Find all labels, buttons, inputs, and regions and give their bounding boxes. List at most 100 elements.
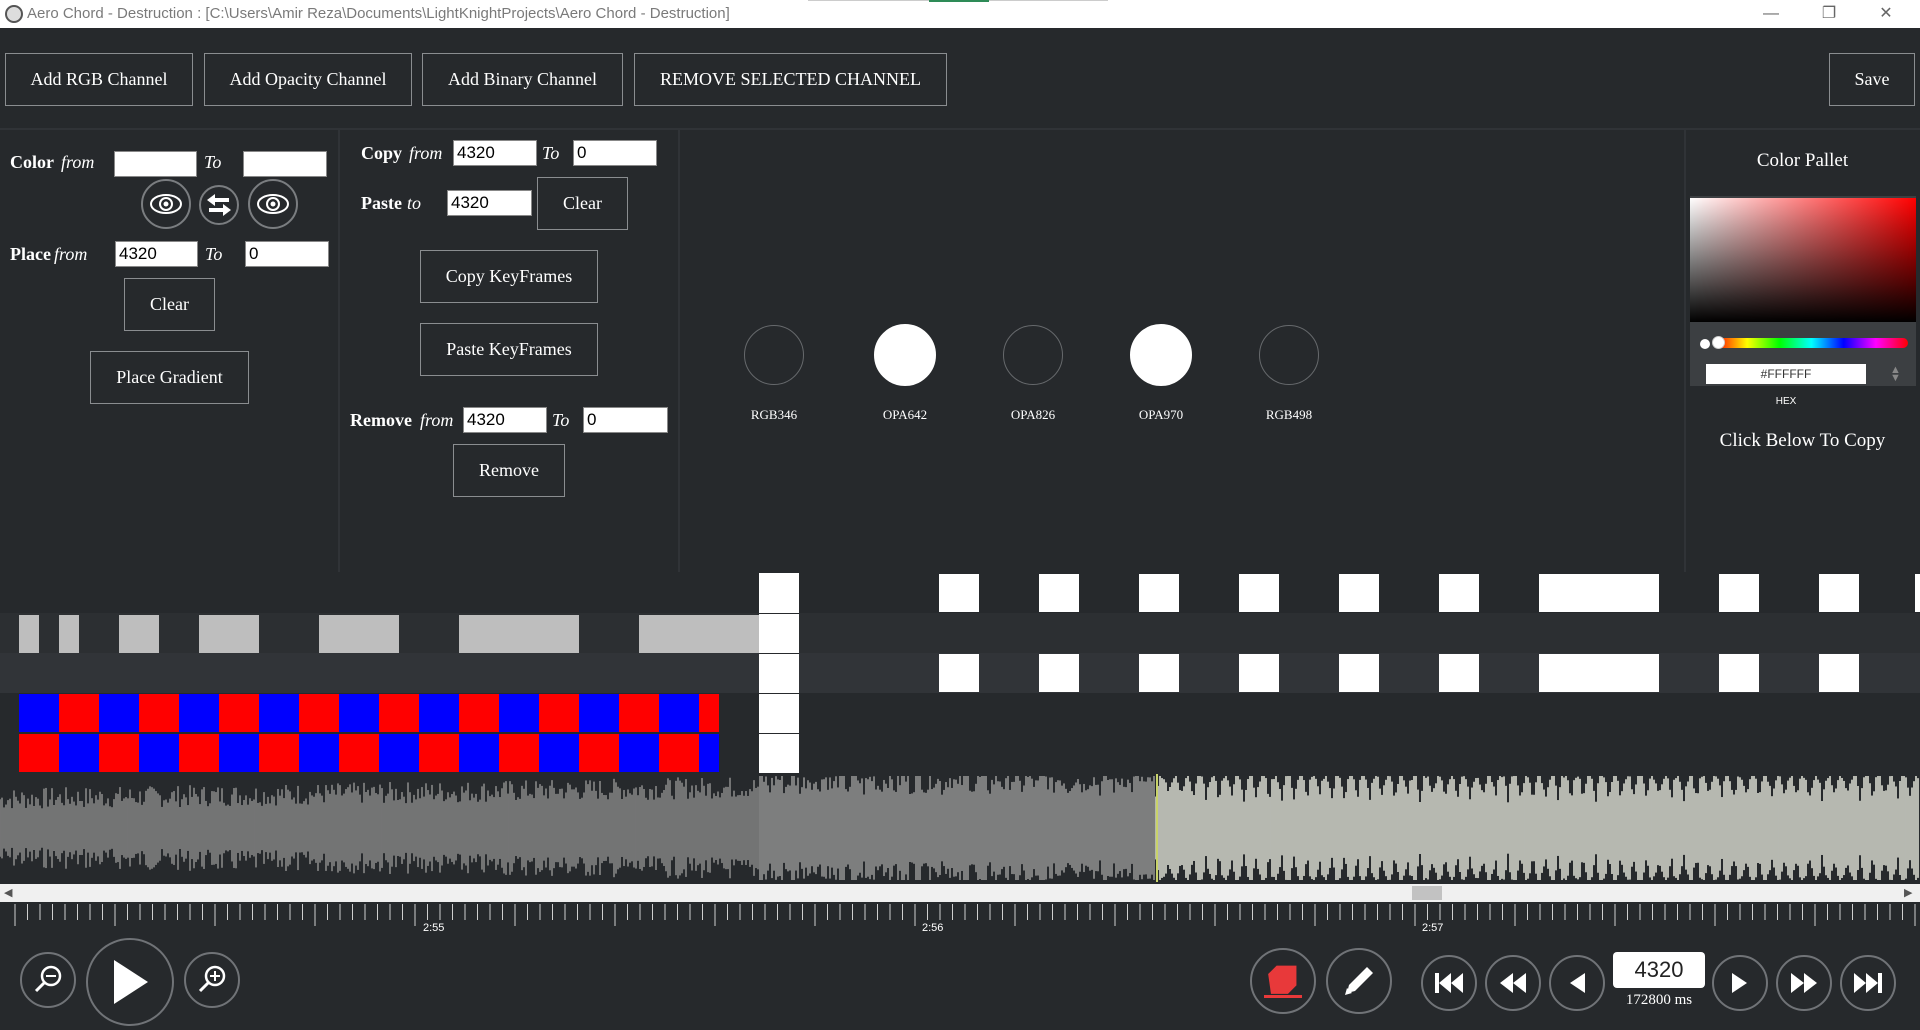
- paste-keyframes-button[interactable]: Paste KeyFrames: [420, 323, 598, 376]
- keyframe-block[interactable]: [639, 615, 759, 653]
- minimize-button[interactable]: —: [1751, 2, 1791, 26]
- zoom-in-button[interactable]: [184, 952, 240, 1008]
- rgb-keyframe[interactable]: [299, 694, 339, 732]
- rgb-keyframe[interactable]: [219, 694, 259, 732]
- keyframe-separator[interactable]: [759, 653, 799, 654]
- rgb-keyframe[interactable]: [539, 734, 579, 772]
- step-back-button[interactable]: [1549, 955, 1605, 1011]
- rgb-keyframe[interactable]: [259, 694, 299, 732]
- go-to-start-button[interactable]: [1421, 955, 1477, 1011]
- rgb-keyframe[interactable]: [459, 734, 499, 772]
- copy-from-field[interactable]: 4320: [453, 140, 537, 166]
- rgb-keyframe[interactable]: [19, 734, 59, 772]
- channel-preview-opa826[interactable]: [1003, 325, 1063, 385]
- channel-preview-rgb346[interactable]: [744, 325, 804, 385]
- pick-to-eye-icon[interactable]: [248, 179, 298, 229]
- keyframe-block[interactable]: [939, 654, 979, 692]
- keyframe-separator[interactable]: [759, 693, 799, 694]
- color-to-field[interactable]: [243, 151, 327, 177]
- keyframe-separator[interactable]: [759, 613, 799, 614]
- pencil-tool-button[interactable]: [1326, 948, 1392, 1014]
- rgb-keyframe[interactable]: [499, 694, 539, 732]
- rgb-keyframe[interactable]: [659, 734, 699, 772]
- scrollbar-thumb[interactable]: [1412, 886, 1442, 900]
- channel-preview-opa642[interactable]: [874, 324, 936, 386]
- swap-colors-icon[interactable]: [199, 185, 239, 225]
- rgb-keyframe[interactable]: [19, 694, 59, 732]
- keyframe-block[interactable]: [1139, 654, 1179, 692]
- rgb-keyframe[interactable]: [619, 734, 659, 772]
- hue-slider-handle[interactable]: [1712, 336, 1725, 349]
- go-to-end-button[interactable]: [1840, 955, 1896, 1011]
- color-from-field[interactable]: [114, 151, 197, 177]
- saturation-area[interactable]: [1690, 198, 1916, 322]
- rgb-keyframe[interactable]: [699, 694, 719, 732]
- play-button[interactable]: [86, 938, 174, 1026]
- keyframe-block[interactable]: [1719, 574, 1759, 612]
- rgb-keyframe[interactable]: [579, 694, 619, 732]
- rgb-keyframe[interactable]: [459, 694, 499, 732]
- rgb-keyframe[interactable]: [219, 734, 259, 772]
- keyframe-block[interactable]: [199, 615, 259, 653]
- keyframe-block[interactable]: [119, 615, 159, 653]
- color-clear-button[interactable]: Clear: [124, 278, 215, 331]
- pick-from-eye-icon[interactable]: [141, 179, 191, 229]
- channel-preview-rgb498[interactable]: [1259, 325, 1319, 385]
- keyframe-block[interactable]: [1039, 574, 1079, 612]
- hex-input[interactable]: #FFFFFF: [1706, 364, 1866, 384]
- eraser-tool-button[interactable]: [1250, 948, 1316, 1014]
- keyframe-block[interactable]: [1239, 654, 1279, 692]
- channel-preview-opa970[interactable]: [1130, 324, 1192, 386]
- zoom-out-button[interactable]: [20, 952, 76, 1008]
- rgb-keyframe[interactable]: [339, 734, 379, 772]
- rgb-keyframe[interactable]: [179, 694, 219, 732]
- remove-selected-channel-button[interactable]: REMOVE SELECTED CHANNEL: [634, 53, 947, 106]
- copy-keyframes-button[interactable]: Copy KeyFrames: [420, 250, 598, 303]
- keyframe-block[interactable]: [1819, 654, 1859, 692]
- rgb-keyframe[interactable]: [59, 734, 99, 772]
- rgb-keyframe[interactable]: [699, 734, 719, 772]
- keyframe-block[interactable]: [1719, 654, 1759, 692]
- scroll-left-icon[interactable]: ◀: [4, 886, 12, 899]
- add-rgb-channel-button[interactable]: Add RGB Channel: [5, 53, 193, 106]
- keyframe-block[interactable]: [1539, 574, 1659, 612]
- keyframe-block[interactable]: [939, 574, 979, 612]
- rgb-keyframe[interactable]: [619, 694, 659, 732]
- place-to-field[interactable]: 0: [245, 241, 329, 267]
- rgb-keyframe[interactable]: [99, 694, 139, 732]
- playhead-keyframe-column[interactable]: [759, 573, 799, 773]
- close-button[interactable]: ✕: [1866, 2, 1906, 26]
- copy-to-field[interactable]: 0: [573, 140, 657, 166]
- remove-from-field[interactable]: 4320: [463, 407, 547, 433]
- hue-slider[interactable]: [1715, 338, 1908, 348]
- timeline-scrollbar[interactable]: ◀ ▶: [0, 884, 1920, 902]
- rgb-keyframe[interactable]: [539, 694, 579, 732]
- place-gradient-button[interactable]: Place Gradient: [90, 351, 249, 404]
- keyframe-block[interactable]: [1439, 574, 1479, 612]
- rgb-keyframe[interactable]: [419, 734, 459, 772]
- rgb-keyframe[interactable]: [419, 694, 459, 732]
- rgb-keyframe[interactable]: [339, 694, 379, 732]
- fast-forward-button[interactable]: [1776, 955, 1832, 1011]
- step-forward-button[interactable]: [1712, 955, 1768, 1011]
- rgb-keyframe[interactable]: [99, 734, 139, 772]
- paste-clear-button[interactable]: Clear: [537, 177, 628, 230]
- keyframe-block[interactable]: [1439, 654, 1479, 692]
- rgb-keyframe[interactable]: [179, 734, 219, 772]
- remove-to-field[interactable]: 0: [583, 407, 668, 433]
- keyframe-block[interactable]: [1539, 654, 1659, 692]
- rgb-keyframe[interactable]: [299, 734, 339, 772]
- rgb-keyframe[interactable]: [139, 734, 179, 772]
- keyframe-block[interactable]: [1339, 574, 1379, 612]
- keyframe-block[interactable]: [1139, 574, 1179, 612]
- rgb-keyframe[interactable]: [259, 734, 299, 772]
- rgb-keyframe[interactable]: [659, 694, 699, 732]
- keyframe-block[interactable]: [1819, 574, 1859, 612]
- paste-to-field[interactable]: 4320: [447, 190, 532, 216]
- add-opacity-channel-button[interactable]: Add Opacity Channel: [204, 53, 412, 106]
- keyframe-block[interactable]: [459, 615, 579, 653]
- track-row[interactable]: [0, 613, 1920, 653]
- color-picker[interactable]: #FFFFFF ▲ ▼: [1690, 196, 1916, 386]
- add-binary-channel-button[interactable]: Add Binary Channel: [422, 53, 623, 106]
- rgb-keyframe[interactable]: [139, 694, 179, 732]
